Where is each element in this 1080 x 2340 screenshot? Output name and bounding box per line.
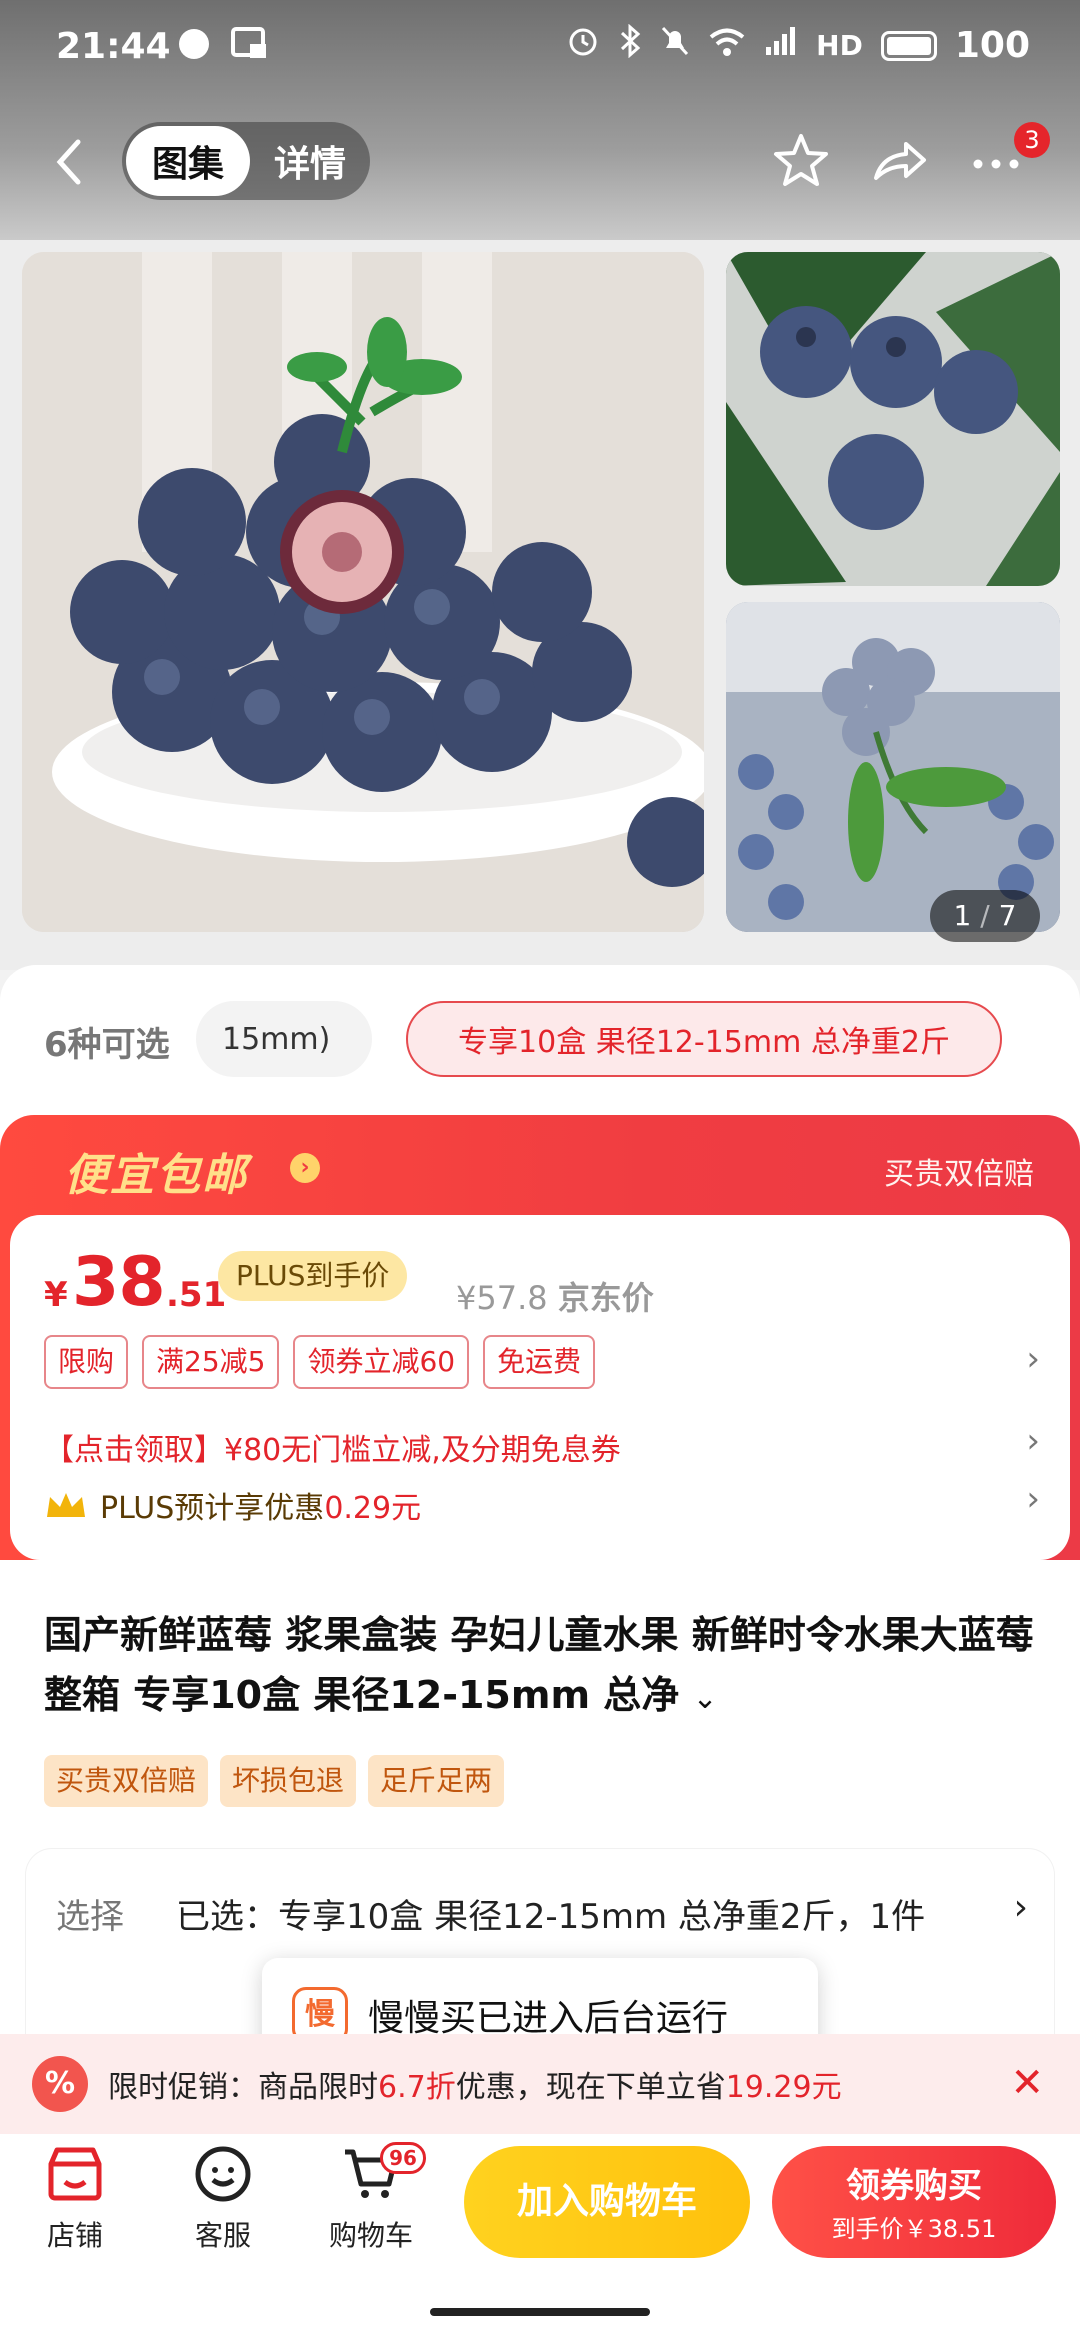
status-bar: 21:44 HD 100 <box>0 0 1080 95</box>
main-product-image[interactable] <box>22 252 704 932</box>
promo-save: 19.29元 <box>725 2070 842 2105</box>
deal-banner: 便宜包邮 › 买贵双倍赔 ¥ 38 .51 PLUS到手价 ¥57.8 京东价 … <box>0 1115 1080 1560</box>
home-indicator[interactable] <box>430 2308 650 2316</box>
blueberries-in-hand-image <box>726 602 1060 932</box>
chevron-right-icon[interactable]: › <box>1026 1421 1040 1461</box>
chevron-right-icon: › <box>290 1153 320 1183</box>
gallery-counter: 1 / 7 <box>930 890 1040 942</box>
feature-tags: 买贵双倍赔 坏损包退 足斤足两 <box>44 1755 505 1807</box>
chevron-right-icon[interactable]: › <box>1026 1479 1040 1519</box>
thumbnail-image-2[interactable] <box>726 602 1060 932</box>
promo-discount: 6.7折 <box>378 2070 456 2105</box>
product-title-text: 国产新鲜蓝莓 浆果盒装 孕妇儿童水果 新鲜时令水果大蓝莓整箱 专享10盒 果径1… <box>44 1613 1034 1717</box>
back-button[interactable] <box>50 132 90 192</box>
option-chip-selected[interactable]: 专享10盒 果径12-15mm 总净重2斤 <box>406 1001 1002 1077</box>
signal-icon <box>764 25 798 66</box>
price-guarantee-label: 买贵双倍赔 <box>884 1157 1034 1192</box>
promo-tags[interactable]: 限购 满25减5 领券立减60 免运费 <box>44 1335 596 1389</box>
promo-text: 限时促销：商品限时6.7折优惠，现在下单立省19.29元 <box>108 2062 842 2106</box>
cart-button[interactable]: 96 购物车 <box>306 2142 436 2254</box>
view-tabs: 图集 详情 <box>122 122 370 200</box>
notification-badge: 3 <box>1014 122 1050 158</box>
share-button[interactable] <box>868 130 930 192</box>
plus-benefit-text: PLUS预计享优惠 <box>100 1491 325 1526</box>
battery-level: 100 <box>954 25 1030 66</box>
price-card: ¥ 38 .51 PLUS到手价 ¥57.8 京东价 限购 满25减5 领券立减… <box>10 1215 1070 1560</box>
chevron-down-icon[interactable]: ⌄ <box>693 1681 718 1716</box>
alarm-icon <box>566 24 600 67</box>
option-count[interactable]: 6种可选 <box>44 1017 170 1066</box>
image-gallery: 1 / 7 <box>0 240 1080 970</box>
cart-count-badge: 96 <box>380 2142 426 2174</box>
chevron-left-icon <box>56 139 81 185</box>
close-icon[interactable]: ✕ <box>1010 2060 1044 2106</box>
service-label: 客服 <box>194 2219 251 2252</box>
store-label: 店铺 <box>46 2219 103 2252</box>
promo-text-mid: 优惠，现在下单立省 <box>455 2070 726 2105</box>
hd-label: HD <box>816 29 863 62</box>
buy-price: 到手价￥38.51 <box>831 2215 997 2243</box>
promo-tag: 免运费 <box>483 1335 596 1389</box>
chevron-right-icon[interactable]: › <box>1014 1887 1028 1928</box>
coupon-buy-button[interactable]: 领券购买 到手价￥38.51 <box>772 2146 1056 2258</box>
smile-icon <box>195 2146 251 2202</box>
counter-current: 1 <box>953 899 972 932</box>
store-icon <box>48 2147 102 2201</box>
tab-gallery[interactable]: 图集 <box>126 126 250 196</box>
screen-icon <box>230 26 270 71</box>
bluetooth-icon <box>618 23 642 67</box>
plus-benefit-amount: 0.29元 <box>324 1491 422 1526</box>
promo-label: 限时促销： <box>108 2070 258 2105</box>
option-chip-partial[interactable]: 15mm) <box>196 1001 372 1077</box>
favorite-button[interactable] <box>770 130 832 192</box>
feature-tag: 买贵双倍赔 <box>44 1755 209 1807</box>
blueberry-bowl-image <box>22 252 704 932</box>
selection-label: 选择 <box>56 1897 124 1937</box>
price-decimal: .51 <box>166 1275 227 1315</box>
price-integer: 38 <box>72 1243 166 1322</box>
feature-tag: 足斤足两 <box>368 1755 505 1807</box>
thumbnail-image-1[interactable] <box>726 252 1060 586</box>
promo-text-pre: 商品限时 <box>258 2070 378 2105</box>
tab-details[interactable]: 详情 <box>250 135 370 187</box>
mute-icon <box>660 24 690 67</box>
crown-icon <box>47 1493 85 1517</box>
option-row: 6种可选 15mm) 专享10盒 果径12-15mm 总净重2斤 <box>0 965 1080 1113</box>
promo-tag: 领券立减60 <box>293 1335 470 1389</box>
feature-tag: 坏损包退 <box>220 1755 357 1807</box>
store-button[interactable]: 店铺 <box>10 2142 140 2254</box>
promo-tag: 满25减5 <box>142 1335 280 1389</box>
original-price: ¥57.8 京东价 <box>456 1273 654 1319</box>
coupon-row[interactable]: 【点击领取】¥80无门槛立减,及分期免息券 <box>44 1425 621 1469</box>
counter-total: 7 <box>998 899 1017 932</box>
chevron-right-icon[interactable]: › <box>1026 1339 1040 1379</box>
discount-icon: % <box>32 2056 88 2112</box>
product-title[interactable]: 国产新鲜蓝莓 浆果盒装 孕妇儿童水果 新鲜时令水果大蓝莓整箱 专享10盒 果径1… <box>44 1605 1044 1729</box>
currency-symbol: ¥ <box>44 1275 68 1315</box>
plus-price-tag: PLUS到手价 <box>218 1251 408 1301</box>
cart-label: 购物车 <box>328 2219 413 2252</box>
add-to-cart-button[interactable]: 加入购物车 <box>464 2146 750 2258</box>
star-icon <box>774 134 828 186</box>
share-icon <box>874 142 926 180</box>
wifi-icon <box>708 25 746 66</box>
promo-tag: 限购 <box>44 1335 129 1389</box>
customer-service-button[interactable]: 客服 <box>158 2142 288 2254</box>
plus-benefit-row[interactable]: PLUS预计享优惠 0.29元 <box>44 1483 421 1527</box>
battery-icon <box>880 30 937 61</box>
original-price-value: ¥57.8 <box>456 1279 548 1317</box>
blueberries-on-leaves-image <box>726 252 1060 586</box>
buy-label: 领券购买 <box>846 2166 982 2206</box>
original-price-label: 京东价 <box>557 1279 654 1317</box>
deal-title[interactable]: 便宜包邮 <box>64 1139 248 1203</box>
chat-icon <box>176 26 212 71</box>
promo-bar[interactable]: % 限时促销：商品限时6.7折优惠，现在下单立省19.29元 ✕ <box>0 2034 1080 2134</box>
selection-value: 已选：专享10盒 果径12-15mm 总净重2斤，1件 <box>176 1897 926 1937</box>
header-background: 21:44 HD 100 图集 详情 3 <box>0 0 1080 250</box>
status-time: 21:44 <box>56 26 171 67</box>
